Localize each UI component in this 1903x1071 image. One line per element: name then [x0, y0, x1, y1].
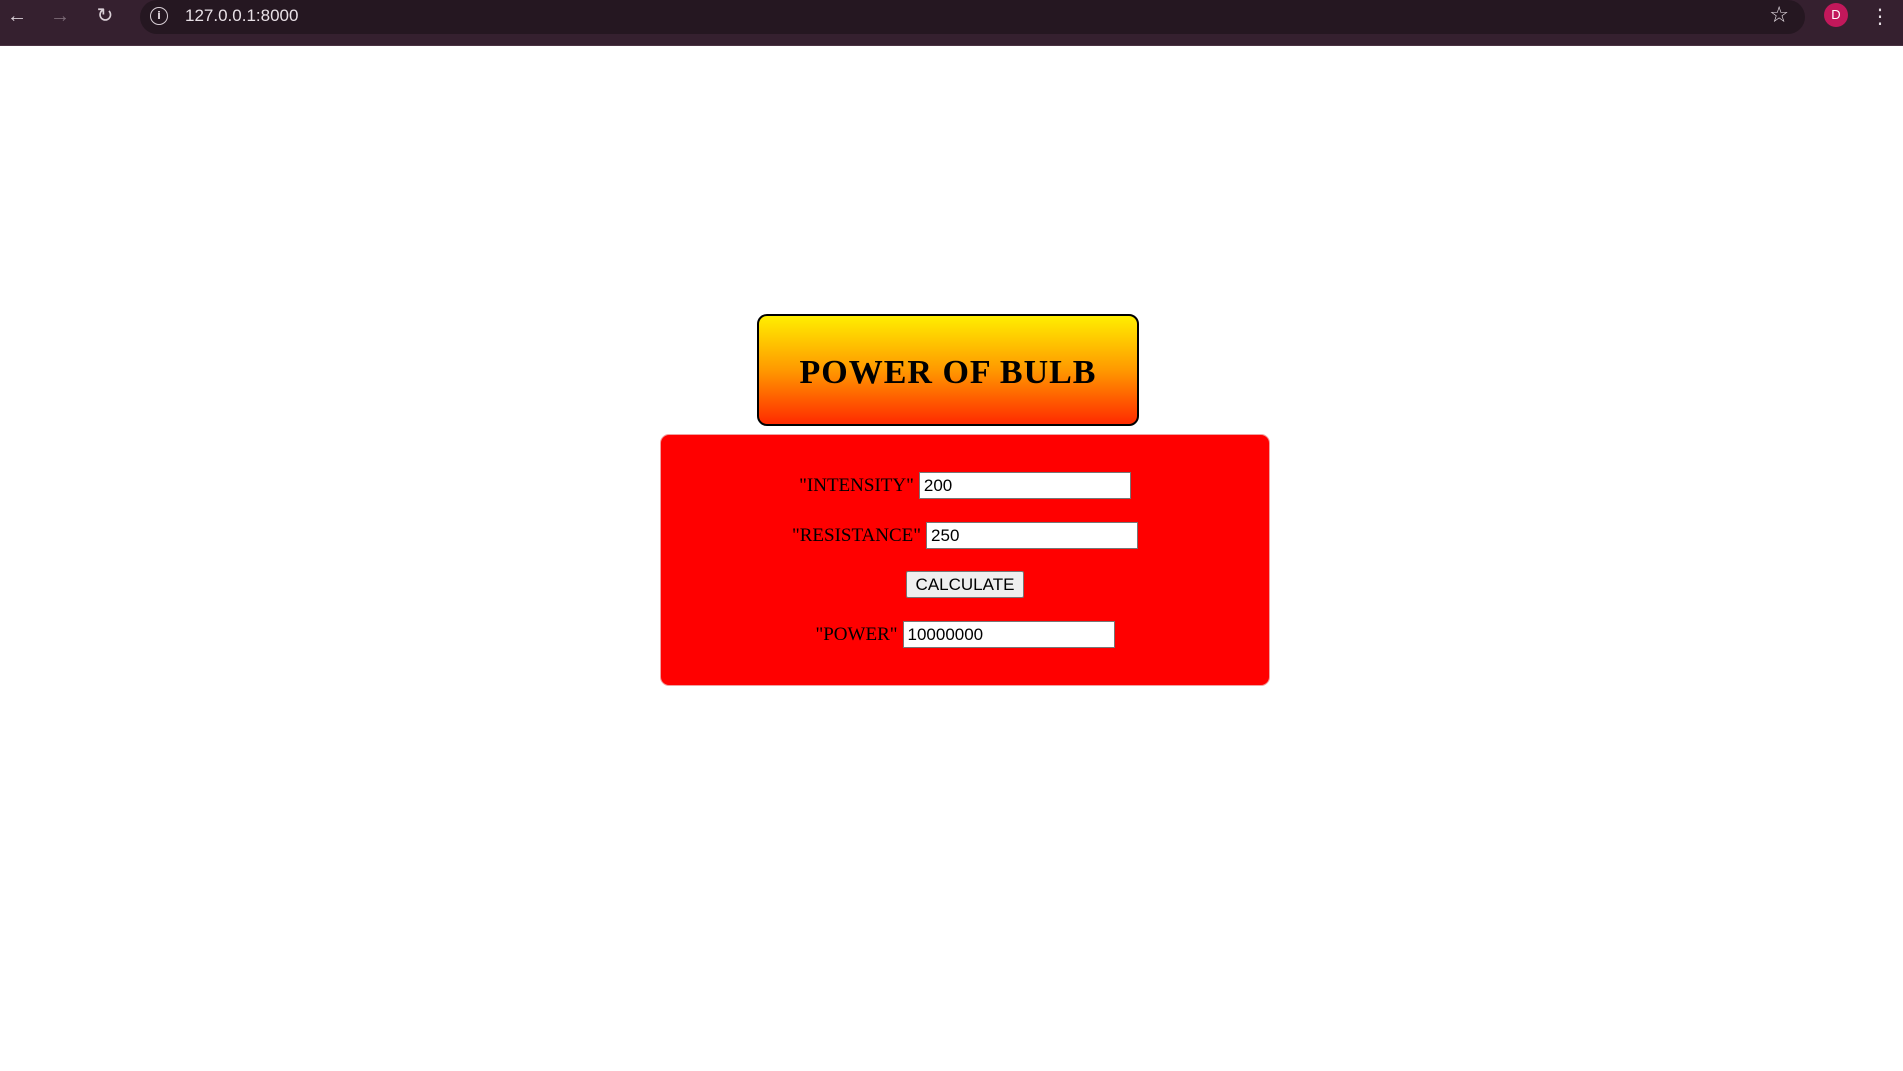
intensity-label: "INTENSITY" [799, 474, 914, 496]
intensity-input[interactable] [918, 472, 1131, 499]
power-form: "INTENSITY" "RESISTANCE" CALCULATE "POWE… [660, 434, 1270, 686]
resistance-input[interactable] [926, 522, 1139, 549]
back-arrow-icon[interactable]: ← [0, 2, 34, 30]
url-text[interactable]: 127.0.0.1:8000 [185, 7, 298, 25]
resistance-row: "RESISTANCE" [661, 522, 1269, 549]
intensity-row: "INTENSITY" [661, 472, 1269, 499]
profile-avatar[interactable]: D [1824, 3, 1848, 27]
resistance-label: "RESISTANCE" [791, 524, 922, 546]
power-label: "POWER" [815, 623, 898, 645]
bookmark-star-icon[interactable]: ☆ [1769, 3, 1789, 29]
calculate-row: CALCULATE [661, 571, 1269, 598]
forward-arrow-icon[interactable]: → [43, 2, 77, 30]
reload-icon[interactable]: ↻ [88, 2, 122, 30]
address-bar[interactable]: i 127.0.0.1:8000 ☆ [140, 0, 1805, 34]
calculate-button[interactable]: CALCULATE [905, 571, 1025, 598]
kebab-menu-icon[interactable]: ⋮ [1870, 2, 1890, 30]
browser-toolbar: ← → ↻ i 127.0.0.1:8000 ☆ D ⋮ [0, 0, 1903, 46]
power-output[interactable] [902, 621, 1115, 648]
power-row: "POWER" [661, 621, 1269, 648]
site-info-icon[interactable]: i [150, 7, 168, 25]
page-title-box: POWER OF BULB [757, 314, 1139, 426]
page-title: POWER OF BULB [799, 354, 1097, 391]
